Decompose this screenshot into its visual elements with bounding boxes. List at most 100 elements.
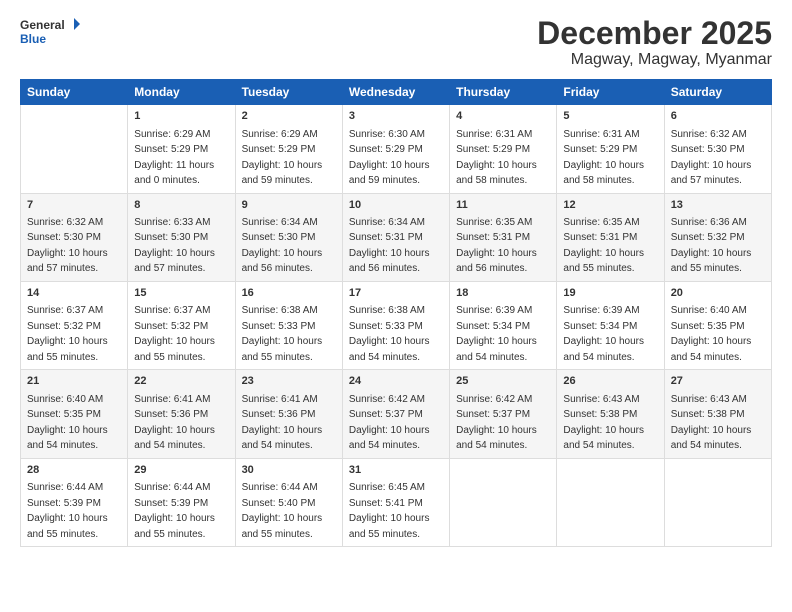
calendar-cell: 23 Sunrise: 6:41 AMSunset: 5:36 PMDaylig… <box>235 370 342 458</box>
day-info: Sunrise: 6:44 AMSunset: 5:39 PMDaylight:… <box>134 482 215 540</box>
day-info: Sunrise: 6:33 AMSunset: 5:30 PMDaylight:… <box>134 217 215 275</box>
day-number: 10 <box>349 198 443 213</box>
calendar-cell: 9 Sunrise: 6:34 AMSunset: 5:30 PMDayligh… <box>235 193 342 281</box>
header-day-sunday: Sunday <box>21 80 128 105</box>
calendar-cell: 25 Sunrise: 6:42 AMSunset: 5:37 PMDaylig… <box>450 370 557 458</box>
day-number: 25 <box>456 374 550 389</box>
calendar-cell: 4 Sunrise: 6:31 AMSunset: 5:29 PMDayligh… <box>450 105 557 193</box>
day-number: 6 <box>671 109 765 124</box>
day-info: Sunrise: 6:32 AMSunset: 5:30 PMDaylight:… <box>671 129 752 187</box>
calendar-table: SundayMondayTuesdayWednesdayThursdayFrid… <box>20 79 772 547</box>
week-row-3: 14 Sunrise: 6:37 AMSunset: 5:32 PMDaylig… <box>21 281 772 369</box>
day-number: 2 <box>242 109 336 124</box>
day-info: Sunrise: 6:34 AMSunset: 5:30 PMDaylight:… <box>242 217 323 275</box>
svg-text:General: General <box>20 18 65 32</box>
day-number: 29 <box>134 463 228 478</box>
calendar-cell: 16 Sunrise: 6:38 AMSunset: 5:33 PMDaylig… <box>235 281 342 369</box>
day-info: Sunrise: 6:45 AMSunset: 5:41 PMDaylight:… <box>349 482 430 540</box>
calendar-cell: 19 Sunrise: 6:39 AMSunset: 5:34 PMDaylig… <box>557 281 664 369</box>
calendar-cell: 1 Sunrise: 6:29 AMSunset: 5:29 PMDayligh… <box>128 105 235 193</box>
week-row-4: 21 Sunrise: 6:40 AMSunset: 5:35 PMDaylig… <box>21 370 772 458</box>
day-info: Sunrise: 6:39 AMSunset: 5:34 PMDaylight:… <box>456 305 537 363</box>
day-number: 21 <box>27 374 121 389</box>
day-info: Sunrise: 6:29 AMSunset: 5:29 PMDaylight:… <box>242 129 323 187</box>
day-number: 20 <box>671 286 765 301</box>
day-number: 16 <box>242 286 336 301</box>
day-number: 23 <box>242 374 336 389</box>
day-number: 19 <box>563 286 657 301</box>
svg-text:Blue: Blue <box>20 32 46 46</box>
calendar-cell: 12 Sunrise: 6:35 AMSunset: 5:31 PMDaylig… <box>557 193 664 281</box>
calendar-cell: 27 Sunrise: 6:43 AMSunset: 5:38 PMDaylig… <box>664 370 771 458</box>
day-number: 1 <box>134 109 228 124</box>
calendar-cell: 30 Sunrise: 6:44 AMSunset: 5:40 PMDaylig… <box>235 458 342 546</box>
calendar-cell: 24 Sunrise: 6:42 AMSunset: 5:37 PMDaylig… <box>342 370 449 458</box>
calendar-cell: 17 Sunrise: 6:38 AMSunset: 5:33 PMDaylig… <box>342 281 449 369</box>
day-number: 17 <box>349 286 443 301</box>
logo: General Blue <box>20 16 80 48</box>
logo-svg: General Blue <box>20 16 80 48</box>
day-number: 26 <box>563 374 657 389</box>
calendar-cell: 10 Sunrise: 6:34 AMSunset: 5:31 PMDaylig… <box>342 193 449 281</box>
calendar-cell: 5 Sunrise: 6:31 AMSunset: 5:29 PMDayligh… <box>557 105 664 193</box>
day-number: 30 <box>242 463 336 478</box>
day-info: Sunrise: 6:42 AMSunset: 5:37 PMDaylight:… <box>456 394 537 452</box>
day-number: 13 <box>671 198 765 213</box>
calendar-cell: 20 Sunrise: 6:40 AMSunset: 5:35 PMDaylig… <box>664 281 771 369</box>
day-number: 11 <box>456 198 550 213</box>
calendar-cell: 31 Sunrise: 6:45 AMSunset: 5:41 PMDaylig… <box>342 458 449 546</box>
calendar-cell: 6 Sunrise: 6:32 AMSunset: 5:30 PMDayligh… <box>664 105 771 193</box>
header-day-wednesday: Wednesday <box>342 80 449 105</box>
day-info: Sunrise: 6:42 AMSunset: 5:37 PMDaylight:… <box>349 394 430 452</box>
day-info: Sunrise: 6:38 AMSunset: 5:33 PMDaylight:… <box>349 305 430 363</box>
week-row-5: 28 Sunrise: 6:44 AMSunset: 5:39 PMDaylig… <box>21 458 772 546</box>
calendar-cell: 29 Sunrise: 6:44 AMSunset: 5:39 PMDaylig… <box>128 458 235 546</box>
calendar-cell: 3 Sunrise: 6:30 AMSunset: 5:29 PMDayligh… <box>342 105 449 193</box>
calendar-cell <box>21 105 128 193</box>
header-day-friday: Friday <box>557 80 664 105</box>
header: General Blue December 2025 Magway, Magwa… <box>20 16 772 69</box>
day-number: 12 <box>563 198 657 213</box>
calendar-cell <box>664 458 771 546</box>
calendar-cell: 7 Sunrise: 6:32 AMSunset: 5:30 PMDayligh… <box>21 193 128 281</box>
day-info: Sunrise: 6:37 AMSunset: 5:32 PMDaylight:… <box>134 305 215 363</box>
day-info: Sunrise: 6:43 AMSunset: 5:38 PMDaylight:… <box>563 394 644 452</box>
day-info: Sunrise: 6:44 AMSunset: 5:40 PMDaylight:… <box>242 482 323 540</box>
day-number: 28 <box>27 463 121 478</box>
header-day-monday: Monday <box>128 80 235 105</box>
calendar-cell: 11 Sunrise: 6:35 AMSunset: 5:31 PMDaylig… <box>450 193 557 281</box>
calendar-cell: 28 Sunrise: 6:44 AMSunset: 5:39 PMDaylig… <box>21 458 128 546</box>
calendar-cell: 15 Sunrise: 6:37 AMSunset: 5:32 PMDaylig… <box>128 281 235 369</box>
week-row-1: 1 Sunrise: 6:29 AMSunset: 5:29 PMDayligh… <box>21 105 772 193</box>
calendar-cell <box>450 458 557 546</box>
calendar-cell: 13 Sunrise: 6:36 AMSunset: 5:32 PMDaylig… <box>664 193 771 281</box>
day-number: 9 <box>242 198 336 213</box>
title-block: December 2025 Magway, Magway, Myanmar <box>537 16 772 69</box>
header-day-thursday: Thursday <box>450 80 557 105</box>
day-number: 24 <box>349 374 443 389</box>
day-info: Sunrise: 6:30 AMSunset: 5:29 PMDaylight:… <box>349 129 430 187</box>
day-number: 5 <box>563 109 657 124</box>
day-info: Sunrise: 6:36 AMSunset: 5:32 PMDaylight:… <box>671 217 752 275</box>
day-info: Sunrise: 6:37 AMSunset: 5:32 PMDaylight:… <box>27 305 108 363</box>
calendar-cell: 8 Sunrise: 6:33 AMSunset: 5:30 PMDayligh… <box>128 193 235 281</box>
day-info: Sunrise: 6:34 AMSunset: 5:31 PMDaylight:… <box>349 217 430 275</box>
day-number: 4 <box>456 109 550 124</box>
day-number: 7 <box>27 198 121 213</box>
day-info: Sunrise: 6:44 AMSunset: 5:39 PMDaylight:… <box>27 482 108 540</box>
day-number: 15 <box>134 286 228 301</box>
day-number: 8 <box>134 198 228 213</box>
day-info: Sunrise: 6:31 AMSunset: 5:29 PMDaylight:… <box>563 129 644 187</box>
day-number: 3 <box>349 109 443 124</box>
sub-title: Magway, Magway, Myanmar <box>537 51 772 69</box>
calendar-header-row: SundayMondayTuesdayWednesdayThursdayFrid… <box>21 80 772 105</box>
day-info: Sunrise: 6:41 AMSunset: 5:36 PMDaylight:… <box>242 394 323 452</box>
day-info: Sunrise: 6:35 AMSunset: 5:31 PMDaylight:… <box>563 217 644 275</box>
week-row-2: 7 Sunrise: 6:32 AMSunset: 5:30 PMDayligh… <box>21 193 772 281</box>
page: General Blue December 2025 Magway, Magwa… <box>0 0 792 612</box>
calendar-cell: 18 Sunrise: 6:39 AMSunset: 5:34 PMDaylig… <box>450 281 557 369</box>
calendar-cell: 2 Sunrise: 6:29 AMSunset: 5:29 PMDayligh… <box>235 105 342 193</box>
header-day-saturday: Saturday <box>664 80 771 105</box>
header-day-tuesday: Tuesday <box>235 80 342 105</box>
day-info: Sunrise: 6:35 AMSunset: 5:31 PMDaylight:… <box>456 217 537 275</box>
